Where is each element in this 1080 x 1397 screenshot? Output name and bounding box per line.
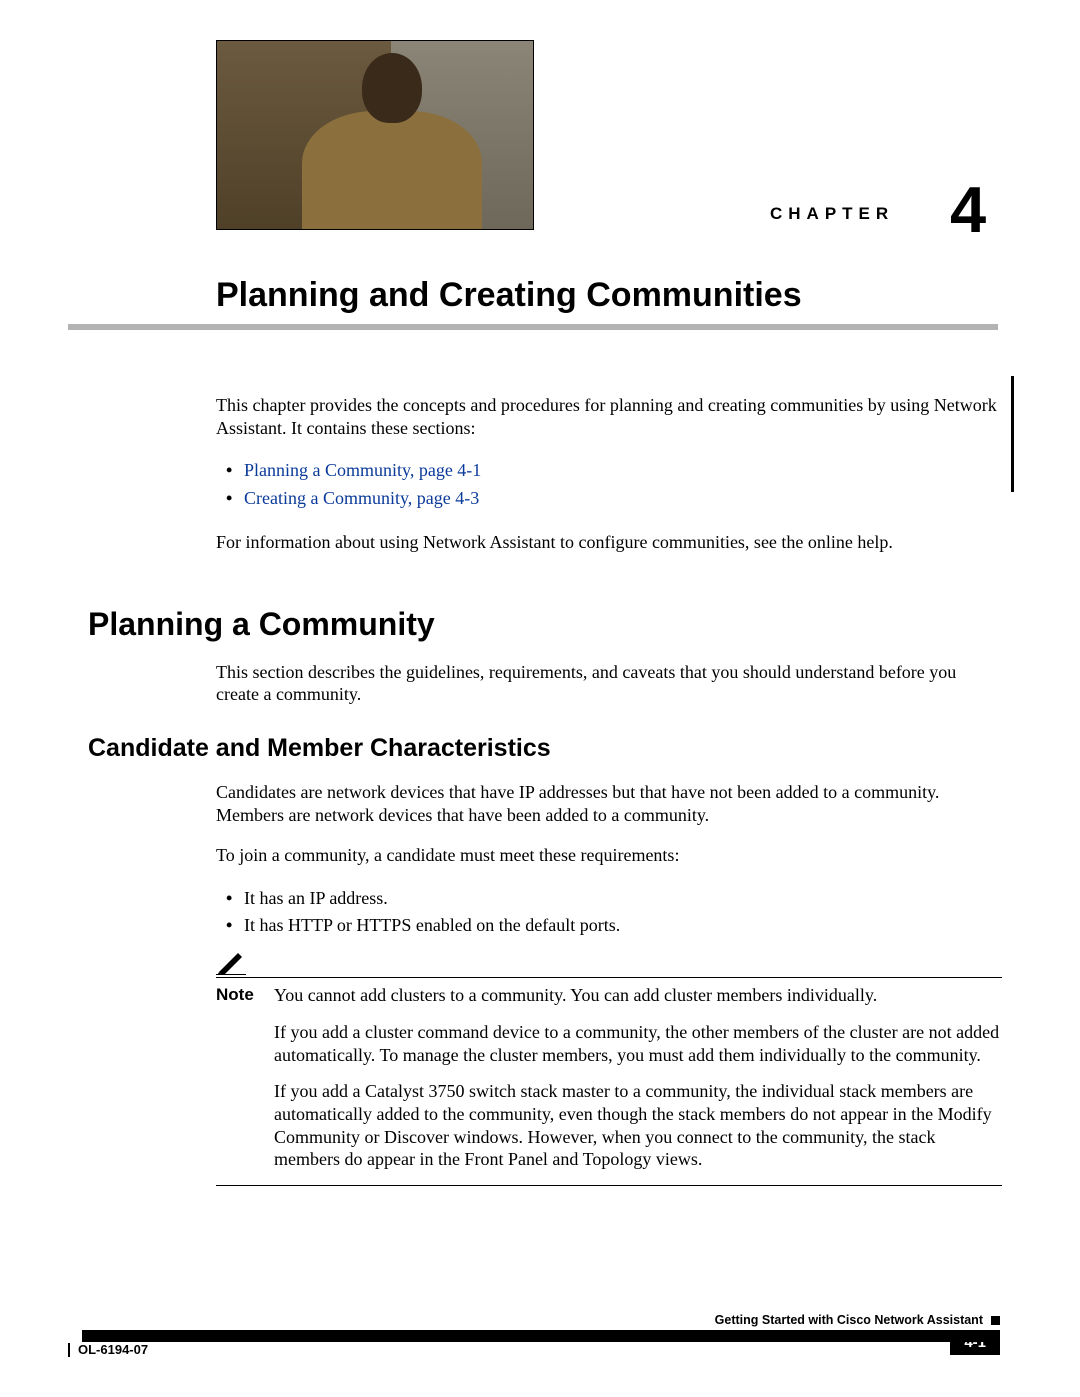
page-content: This chapter provides the concepts and p… (68, 376, 1002, 1192)
title-rule (68, 324, 998, 330)
chapter-number: 4 (950, 177, 986, 242)
section2-paragraph-2: To join a community, a candidate must me… (216, 844, 1002, 867)
intro-links: Planning a Community, page 4-1 Creating … (216, 457, 1002, 513)
document-id: OL-6194-07 (78, 1342, 148, 1357)
footer-rule (68, 1330, 1000, 1342)
vline-icon (68, 1343, 70, 1357)
document-page: CHAPTER 4 Planning and Creating Communit… (0, 0, 1080, 1397)
note-paragraph-1: You cannot add clusters to a community. … (274, 984, 1002, 1007)
intro-paragraph-2: For information about using Network Assi… (216, 531, 1002, 554)
chapter-photo (216, 40, 534, 230)
link-creating[interactable]: Creating a Community, page 4-3 (216, 485, 1002, 513)
section1-paragraph: This section describes the guidelines, r… (216, 661, 1002, 706)
note-rule-top (216, 977, 1002, 978)
book-title: Getting Started with Cisco Network Assis… (715, 1313, 983, 1327)
change-bar (1011, 376, 1014, 492)
chapter-header: CHAPTER 4 (216, 40, 786, 230)
requirement-item: It has an IP address. (216, 885, 1002, 912)
pencil-icon (216, 949, 246, 975)
heading-candidate-member: Candidate and Member Characteristics (88, 734, 1002, 763)
chapter-label: CHAPTER (770, 204, 894, 224)
intro-paragraph: This chapter provides the concepts and p… (216, 394, 1002, 439)
note-paragraph-3: If you add a Catalyst 3750 switch stack … (274, 1080, 1002, 1171)
chapter-title: Planning and Creating Communities (216, 276, 802, 315)
note-rule-bottom (216, 1185, 1002, 1186)
section2-paragraph-1: Candidates are network devices that have… (216, 781, 1002, 826)
note-label: Note (216, 984, 258, 1007)
note-paragraph-2: If you add a cluster command device to a… (274, 1021, 1002, 1066)
requirement-item: It has HTTP or HTTPS enabled on the defa… (216, 912, 1002, 939)
note-block: Note You cannot add clusters to a commun… (216, 949, 1002, 1186)
link-planning[interactable]: Planning a Community, page 4-1 (216, 457, 1002, 485)
heading-planning-community: Planning a Community (88, 606, 1002, 643)
requirements-list: It has an IP address. It has HTTP or HTT… (216, 885, 1002, 939)
square-icon (991, 1316, 1000, 1325)
page-footer: Getting Started with Cisco Network Assis… (68, 1313, 1000, 1357)
